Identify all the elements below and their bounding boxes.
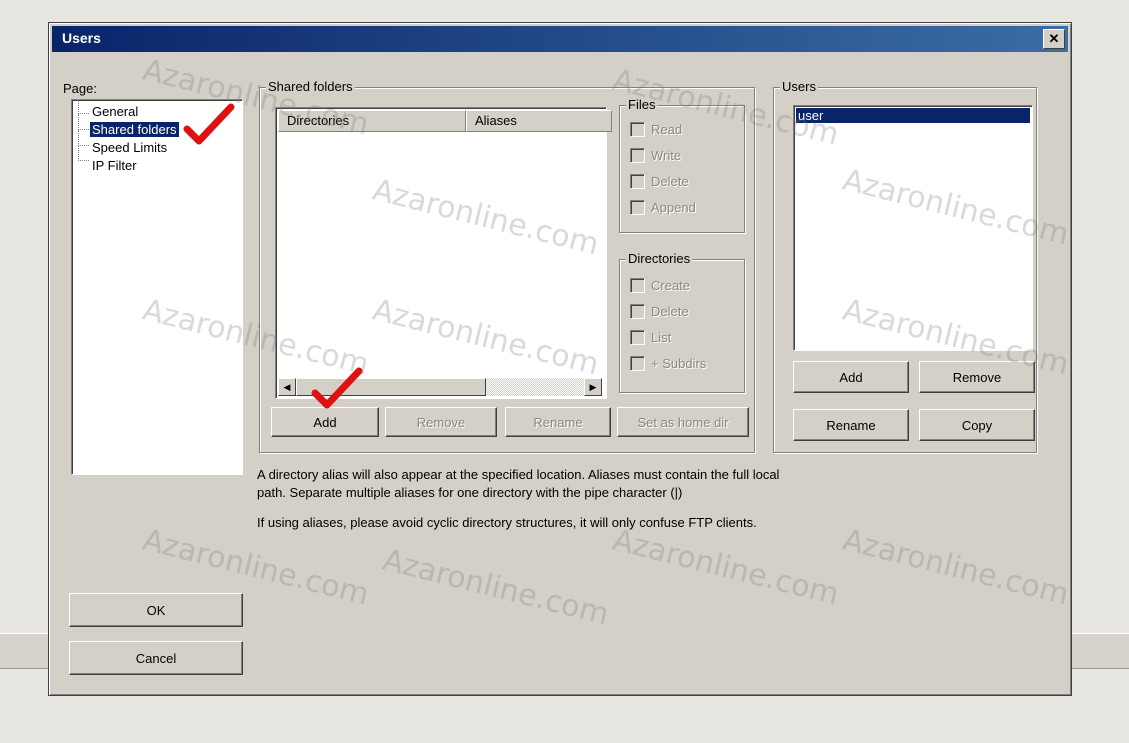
read-label: Read xyxy=(651,122,683,137)
info-text-line2: path. Separate multiple aliases for one … xyxy=(257,485,683,500)
page-tree: General Shared folders Speed Limits IP F… xyxy=(71,99,243,475)
delete-dir-label: Delete xyxy=(651,304,689,319)
user-list-item[interactable]: user xyxy=(796,108,1030,123)
rename-directory-button[interactable]: Rename xyxy=(505,407,611,437)
files-group-title: Files xyxy=(626,97,658,112)
tree-item-speed-limits[interactable]: Speed Limits xyxy=(90,140,169,155)
append-label: Append xyxy=(651,200,696,215)
tree-item-general[interactable]: General xyxy=(90,104,140,119)
info-text-line1: A directory alias will also appear at th… xyxy=(257,467,780,482)
window-title: Users xyxy=(62,30,101,46)
add-directory-button[interactable]: Add xyxy=(271,407,379,437)
tree-item-shared-folders[interactable]: Shared folders xyxy=(90,122,179,137)
tree-branch xyxy=(78,146,89,161)
title-bar: Users ✕ xyxy=(52,26,1068,52)
directories-group-title: Directories xyxy=(626,251,693,266)
directories-group: Directories Create Delete List + Subdirs xyxy=(619,251,745,393)
remove-directory-button[interactable]: Remove xyxy=(385,407,497,437)
files-group: Files Read Write Delete Append xyxy=(619,97,745,233)
tree-branch xyxy=(78,100,89,114)
users-group-title: Users xyxy=(780,79,818,94)
cancel-button[interactable]: Cancel xyxy=(69,641,243,675)
append-checkbox[interactable]: Append xyxy=(630,200,696,215)
column-header-aliases[interactable]: Aliases xyxy=(466,110,612,132)
close-button[interactable]: ✕ xyxy=(1043,29,1065,49)
tree-branch xyxy=(78,130,89,146)
write-label: Write xyxy=(651,148,682,163)
copy-user-button[interactable]: Copy xyxy=(919,409,1035,441)
subdirs-label: + Subdirs xyxy=(651,356,707,371)
add-user-button[interactable]: Add xyxy=(793,361,909,393)
ok-button[interactable]: OK xyxy=(69,593,243,627)
page-label: Page: xyxy=(63,81,97,96)
rename-user-button[interactable]: Rename xyxy=(793,409,909,441)
list-label: List xyxy=(651,330,672,345)
users-list[interactable]: user xyxy=(793,105,1033,351)
subdirs-checkbox[interactable]: + Subdirs xyxy=(630,356,706,371)
info-text-line3: If using aliases, please avoid cyclic di… xyxy=(257,515,757,530)
set-home-dir-button[interactable]: Set as home dir xyxy=(617,407,749,437)
shared-folders-title: Shared folders xyxy=(266,79,355,94)
delete-file-checkbox[interactable]: Delete xyxy=(630,174,689,189)
delete-file-label: Delete xyxy=(651,174,689,189)
list-checkbox[interactable]: List xyxy=(630,330,671,345)
create-checkbox[interactable]: Create xyxy=(630,278,690,293)
annotation-checkmark-icon xyxy=(311,367,363,409)
read-checkbox[interactable]: Read xyxy=(630,122,682,137)
directories-list[interactable]: Directories Aliases ◀ ▶ xyxy=(275,107,612,399)
scroll-right-button[interactable]: ▶ xyxy=(584,378,602,396)
delete-dir-checkbox[interactable]: Delete xyxy=(630,304,689,319)
tree-branch xyxy=(78,114,89,130)
write-checkbox[interactable]: Write xyxy=(630,148,681,163)
scroll-left-button[interactable]: ◀ xyxy=(278,378,296,396)
users-dialog: Users ✕ Page: General Shared folders Spe… xyxy=(48,22,1072,696)
remove-user-button[interactable]: Remove xyxy=(919,361,1035,393)
tree-item-ip-filter[interactable]: IP Filter xyxy=(90,158,139,173)
annotation-checkmark-icon xyxy=(183,103,235,145)
create-label: Create xyxy=(651,278,691,293)
column-header-directories[interactable]: Directories xyxy=(278,110,466,132)
